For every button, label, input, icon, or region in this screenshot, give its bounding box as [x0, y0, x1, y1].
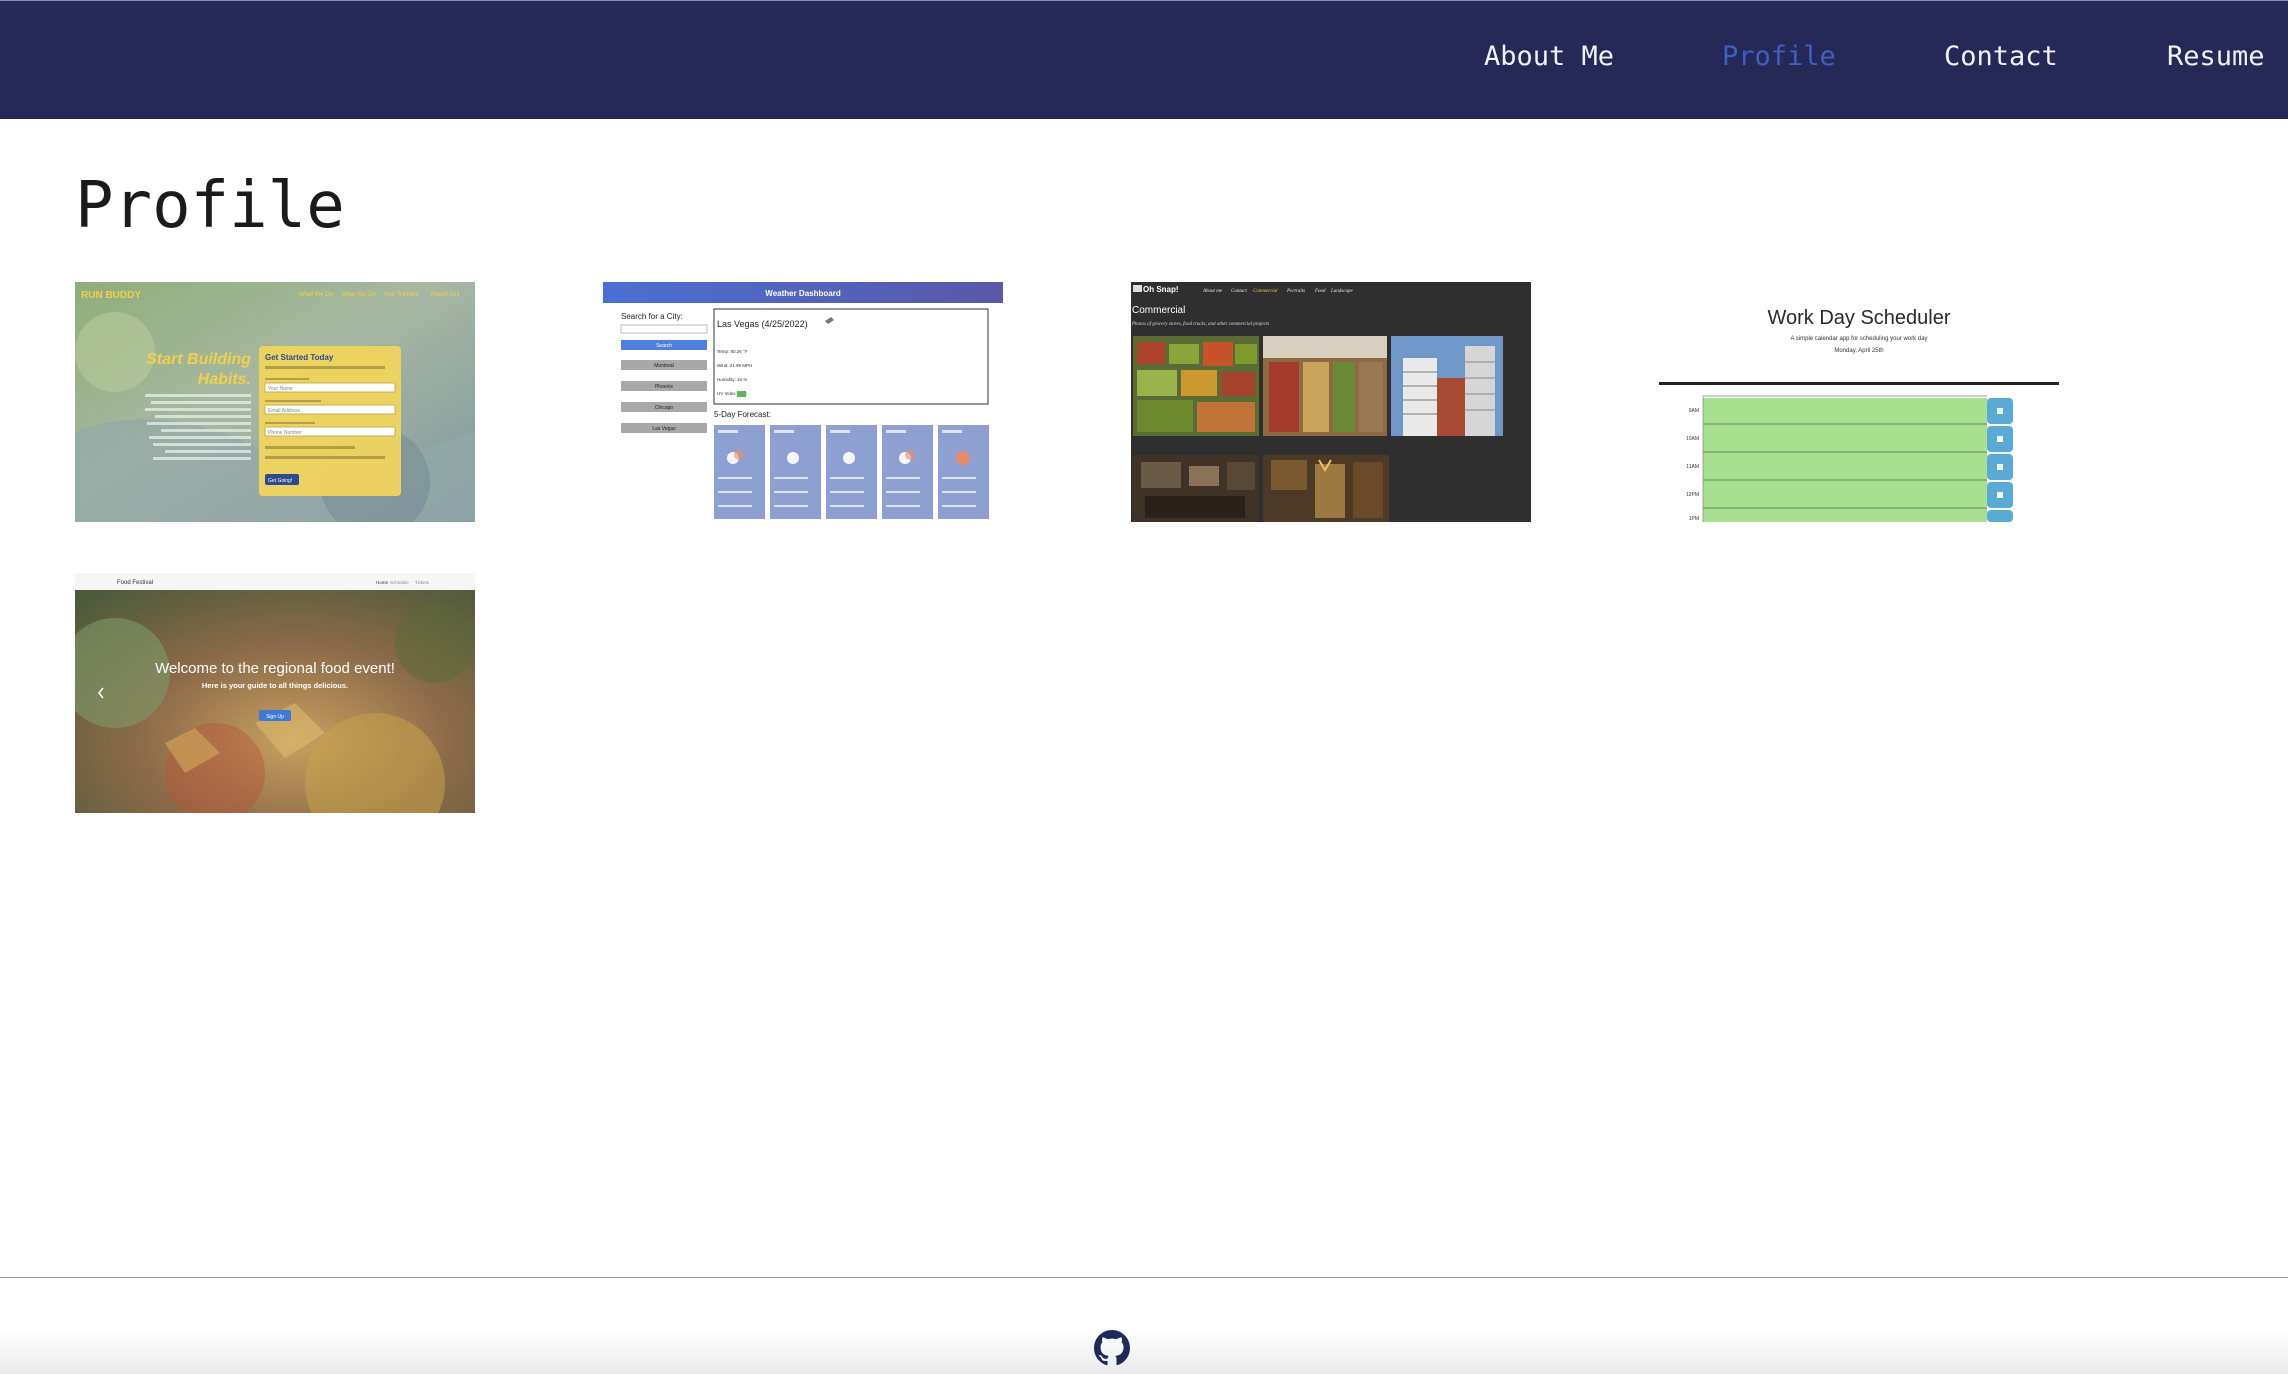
wd-history-2: Phoenix — [655, 384, 674, 390]
ws-hour-2: 10AM — [1686, 436, 1699, 442]
os-section: Commercial — [1132, 305, 1185, 316]
os-brand: Oh Snap! — [1143, 285, 1179, 294]
ff-nav-1: Home — [376, 580, 389, 585]
wd-history-1: Montreal — [654, 363, 673, 369]
wd-header: Weather Dashboard — [765, 289, 841, 298]
os-nav-6: Landscape — [1330, 289, 1353, 294]
rb-field-3: Phone Number — [268, 430, 302, 436]
os-nav-5: Food — [1314, 289, 1326, 294]
top-navbar: About Me Profile Contact Resume — [0, 0, 2288, 119]
ws-subtitle: A simple calendar app for scheduling you… — [1790, 336, 1927, 342]
rb-field-2: Email Address — [268, 408, 300, 414]
os-nav-1: About me — [1202, 289, 1223, 294]
wd-stat-temp: Temp: 80.26 °F — [717, 349, 748, 354]
os-nav-2: Contact — [1231, 289, 1247, 294]
ws-hour-5: 1PM — [1689, 516, 1699, 522]
wd-stat-humidity: Humidity: 15 % — [717, 377, 747, 382]
project-screenshot-run-buddy: RUN BUDDY What We Do What You Do Your Tr… — [75, 282, 475, 522]
ff-nav-3: Tickets — [415, 580, 430, 585]
rb-brand: RUN BUDDY — [81, 290, 141, 301]
os-nav-3: Commercial — [1253, 289, 1278, 294]
wd-stat-wind: Wind: 21.99 MPH — [717, 363, 752, 368]
project-card-food-festival[interactable]: Food Festival Home Schedule Tickets Welc… — [75, 573, 475, 813]
os-caption: Photos of grocery stores, food trucks, a… — [1131, 322, 1269, 327]
project-card-oh-snap[interactable]: Oh Snap! About me Contact Commercial Por… — [1131, 282, 1531, 522]
wd-history-4: Las Vegas — [652, 426, 676, 432]
rb-headline-1: Start Building — [146, 351, 251, 368]
ff-subheadline: Here is your guide to all things delicio… — [202, 681, 348, 690]
rb-nav-1: What We Do — [299, 292, 334, 298]
ff-button: Sign Up — [266, 714, 284, 720]
ws-hour-3: 11AM — [1686, 464, 1699, 470]
ff-headline: Welcome to the regional food event! — [155, 660, 395, 677]
page-title: Profile — [75, 169, 345, 243]
ws-hour-1: 9AM — [1689, 408, 1699, 414]
wd-current-city: Las Vegas (4/25/2022) — [717, 319, 808, 329]
project-screenshot-work-day-scheduler: Work Day Scheduler A simple calendar app… — [1659, 282, 2059, 522]
nav-link-about-me[interactable]: About Me — [1484, 37, 1614, 77]
project-screenshot-food-festival: Food Festival Home Schedule Tickets Welc… — [75, 573, 475, 813]
os-nav-4: Portraits — [1286, 289, 1305, 294]
rb-nav-3: Your Trainers — [383, 292, 418, 298]
rb-button: Get Going! — [268, 478, 292, 484]
github-link[interactable] — [1094, 1330, 1130, 1366]
rb-nav-4: Reach Out — [431, 292, 460, 298]
ff-nav-2: Schedule — [390, 580, 409, 585]
project-card-work-day-scheduler[interactable]: Work Day Scheduler A simple calendar app… — [1659, 282, 2059, 522]
project-card-weather-dashboard[interactable]: Weather Dashboard Search for a City: Sea… — [603, 282, 1003, 522]
ff-brand: Food Festival — [117, 580, 153, 586]
rb-nav-2: What You Do — [341, 292, 377, 298]
ws-date: Monday, April 25th — [1834, 348, 1883, 354]
ws-hour-4: 12PM — [1686, 492, 1699, 498]
rb-field-1: Your Name — [268, 386, 293, 392]
wd-history-3: Chicago — [655, 405, 674, 411]
nav-link-contact[interactable]: Contact — [1944, 37, 2058, 77]
nav-link-profile[interactable]: Profile — [1722, 37, 1836, 77]
wd-search-button: Search — [656, 343, 672, 349]
wd-search-label: Search for a City: — [621, 312, 683, 321]
github-icon — [1094, 1330, 1130, 1366]
project-screenshot-weather-dashboard: Weather Dashboard Search for a City: Sea… — [603, 282, 1003, 522]
nav-link-resume[interactable]: Resume — [2167, 37, 2265, 77]
project-card-run-buddy[interactable]: RUN BUDDY What We Do What You Do Your Tr… — [75, 282, 475, 522]
rb-headline-2: Habits. — [198, 371, 251, 388]
footer — [0, 1277, 2288, 1374]
project-screenshot-oh-snap: Oh Snap! About me Contact Commercial Por… — [1131, 282, 1531, 522]
rb-form-title: Get Started Today — [265, 353, 334, 362]
ws-title: Work Day Scheduler — [1767, 307, 1950, 329]
wd-forecast-title: 5-Day Forecast: — [714, 410, 771, 419]
